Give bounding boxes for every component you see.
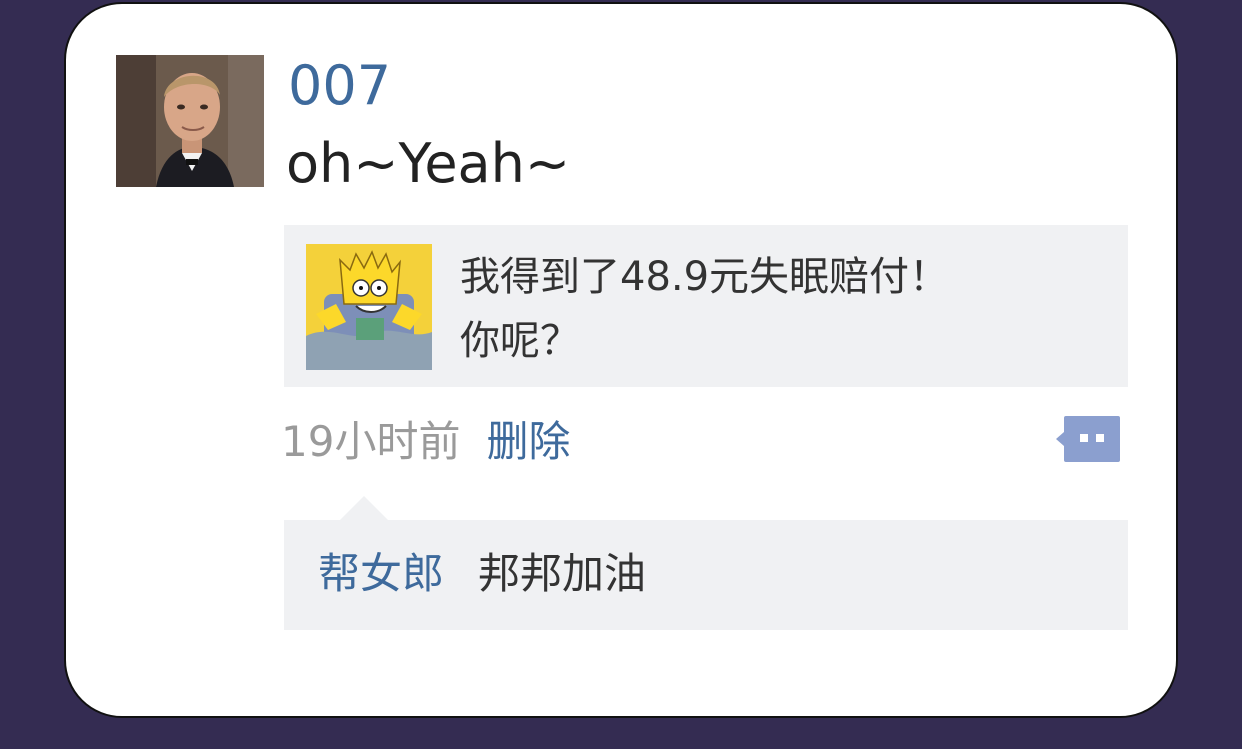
comment-item[interactable]: 帮女郎 邦邦加油: [318, 544, 646, 604]
avatar[interactable]: [116, 55, 264, 187]
share-line-2: 你呢？: [460, 318, 580, 364]
comment-button[interactable]: [1056, 414, 1122, 466]
username[interactable]: 007: [288, 54, 391, 118]
shared-link-card[interactable]: 我得到了48.9元失眠赔付！ 你呢？: [284, 225, 1128, 387]
share-thumbnail: [306, 244, 432, 370]
cartoon-thumbnail-icon: [306, 244, 432, 370]
share-text: 我得到了48.9元失眠赔付！ 你呢？: [460, 245, 949, 373]
delete-button[interactable]: 删除: [486, 417, 570, 466]
post-meta: 19小时前 删除: [281, 412, 570, 472]
comments-panel: 帮女郎 邦邦加油: [284, 496, 1128, 630]
comment-author[interactable]: 帮女郎: [318, 549, 444, 598]
moment-card: 007 oh~Yeah~ 我得到了48.9元失眠赔付！ 你呢？ 19小时前 删除…: [64, 2, 1178, 718]
avatar-photo-icon: [116, 55, 264, 187]
share-line-1: 我得到了48.9元失眠赔付！: [460, 254, 950, 300]
comment-text: 邦邦加油: [478, 549, 647, 598]
post-text: oh~Yeah~: [286, 132, 571, 195]
comment-bubble-icon: [1056, 416, 1120, 462]
comments-pointer: [340, 496, 388, 520]
timestamp: 19小时前: [281, 417, 461, 466]
